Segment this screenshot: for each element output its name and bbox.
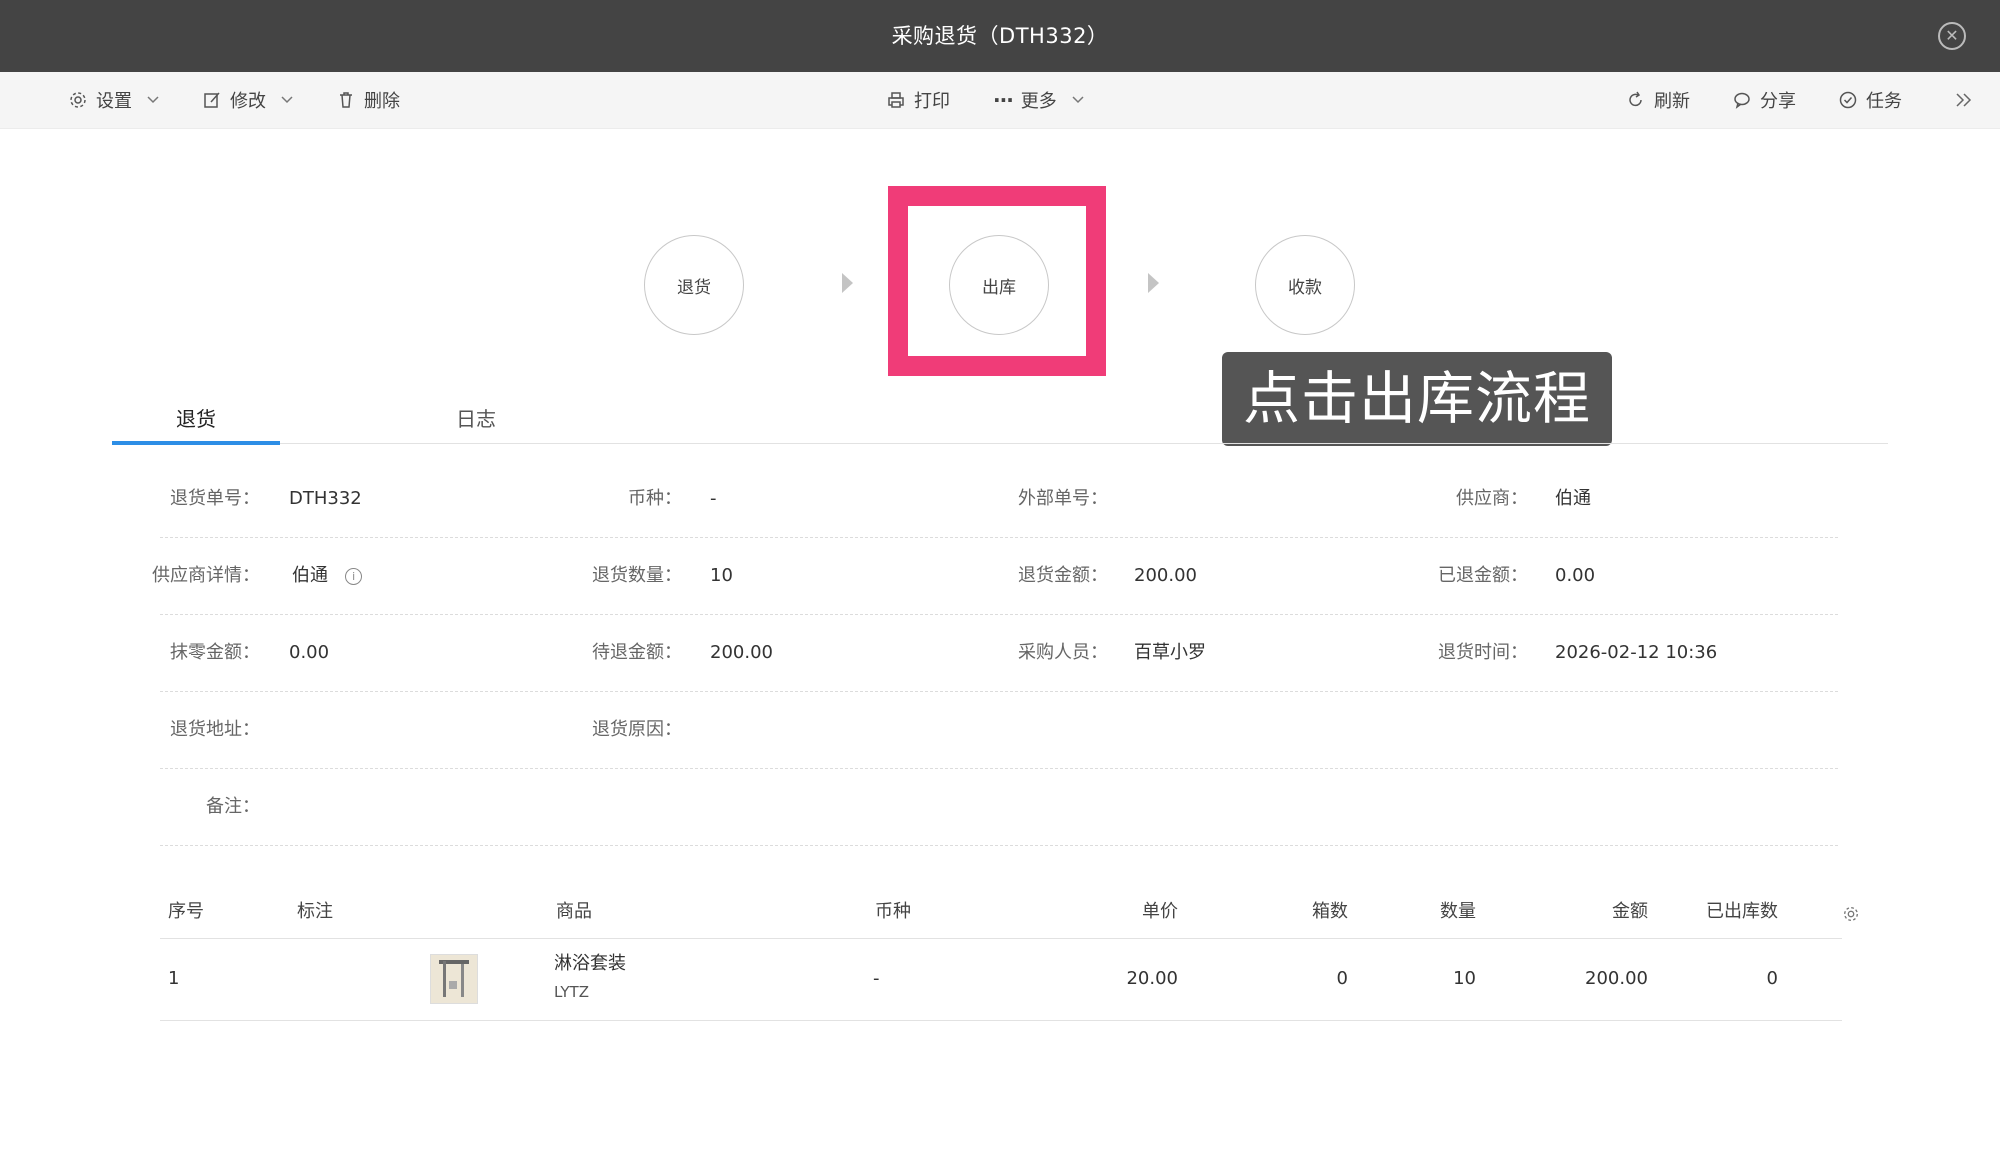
col-amount: 金额 xyxy=(1612,901,1648,922)
highlight-box xyxy=(888,186,1106,376)
form-row: 抹零金额： 0.00 待退金额： 200.00 采购人员： 百草小罗 退货时间：… xyxy=(160,615,1838,692)
share-button[interactable]: 分享 xyxy=(1732,72,1796,128)
window-title: 采购退货（DTH332） xyxy=(891,24,1109,48)
flow-arrow-icon xyxy=(842,273,853,293)
cell-qty: 10 xyxy=(1453,968,1476,989)
return-amount-value: 200.00 xyxy=(1134,565,1197,586)
title-bar: 采购退货（DTH332） ✕ xyxy=(0,0,2000,72)
rounding-value: 0.00 xyxy=(289,642,330,663)
col-qty: 数量 xyxy=(1440,901,1476,922)
currency-label: 币种： xyxy=(628,488,682,509)
edit-button[interactable]: 修改 xyxy=(202,72,294,128)
refresh-button[interactable]: 刷新 xyxy=(1626,72,1690,128)
cell-boxes: 0 xyxy=(1336,968,1348,989)
chevron-down-icon xyxy=(146,95,160,105)
cell-unit-price: 20.00 xyxy=(1126,968,1178,989)
delete-button[interactable]: 删除 xyxy=(336,72,400,128)
supplier-value: 伯通 xyxy=(1555,488,1591,509)
check-circle-icon xyxy=(1838,90,1858,110)
return-no-label: 退货单号： xyxy=(170,488,260,509)
col-product: 商品 xyxy=(556,901,592,922)
col-currency: 币种 xyxy=(875,901,911,922)
form-row: 退货单号： DTH332 币种： - 外部单号： 供应商： 伯通 xyxy=(160,461,1838,538)
supplier-detail-label: 供应商详情： xyxy=(152,565,260,586)
flow-step-collection[interactable]: 收款 xyxy=(1255,235,1355,335)
col-mark: 标注 xyxy=(297,901,333,922)
gear-icon[interactable] xyxy=(1842,888,1860,944)
edit-label: 修改 xyxy=(230,91,266,112)
col-index: 序号 xyxy=(168,901,204,922)
supplier-label: 供应商： xyxy=(1456,488,1528,509)
task-label: 任务 xyxy=(1866,91,1902,112)
return-no-value: DTH332 xyxy=(289,488,362,509)
double-chevron-right-icon xyxy=(1954,90,1974,110)
flow-arrow-icon xyxy=(1148,273,1159,293)
cell-product-name: 淋浴套装 xyxy=(554,953,626,974)
info-icon[interactable]: i xyxy=(345,567,363,585)
toolbar: 设置 修改 删除 打印 ··· 更多 刷新 分享 任务 xyxy=(0,72,2000,129)
refresh-icon xyxy=(1626,90,1646,110)
return-time-label: 退货时间： xyxy=(1438,642,1528,663)
edit-icon xyxy=(202,90,222,110)
expand-panel-button[interactable] xyxy=(1954,72,1974,128)
external-no-label: 外部单号： xyxy=(1018,488,1108,509)
buyer-value: 百草小罗 xyxy=(1134,642,1206,663)
pending-refund-label: 待退金额： xyxy=(592,642,682,663)
cell-currency: - xyxy=(873,968,880,989)
col-unit-price: 单价 xyxy=(1142,901,1178,922)
table-row[interactable]: 1 淋浴套装 LYTZ - 20.00 0 10 200.00 0 xyxy=(160,938,1842,1021)
comment-icon xyxy=(1732,90,1752,110)
product-thumbnail xyxy=(430,954,478,1004)
chevron-down-icon xyxy=(280,95,294,105)
refunded-value: 0.00 xyxy=(1555,565,1596,586)
close-icon[interactable]: ✕ xyxy=(1938,22,1966,50)
return-time-value: 2026-02-12 10:36 xyxy=(1555,642,1718,663)
more-button[interactable]: ··· 更多 xyxy=(993,72,1085,128)
delete-label: 删除 xyxy=(364,91,400,112)
tab-return[interactable]: 退货 xyxy=(112,395,280,445)
form-row: 备注： xyxy=(160,769,1838,846)
settings-label: 设置 xyxy=(96,91,132,112)
flow-step-return[interactable]: 退货 xyxy=(644,235,744,335)
tab-log[interactable]: 日志 xyxy=(392,395,560,441)
return-amount-label: 退货金额： xyxy=(1018,565,1108,586)
print-label: 打印 xyxy=(914,91,950,112)
chevron-down-icon xyxy=(1071,95,1085,105)
task-button[interactable]: 任务 xyxy=(1838,72,1902,128)
print-button[interactable]: 打印 xyxy=(886,72,950,128)
supplier-detail-value: 伯通 i xyxy=(292,538,363,614)
rounding-label: 抹零金额： xyxy=(170,642,260,663)
refunded-label: 已退金额： xyxy=(1438,565,1528,586)
tab-bar: 退货 日志 xyxy=(112,395,1888,445)
gear-icon xyxy=(68,90,88,110)
reason-label: 退货原因： xyxy=(592,719,682,740)
settings-button[interactable]: 设置 xyxy=(68,72,160,128)
cell-product-code: LYTZ xyxy=(554,983,589,1001)
note-label: 备注： xyxy=(206,796,260,817)
address-label: 退货地址： xyxy=(170,719,260,740)
cell-amount: 200.00 xyxy=(1585,968,1648,989)
more-label: 更多 xyxy=(1020,91,1057,112)
buyer-label: 采购人员： xyxy=(1018,642,1108,663)
cell-index: 1 xyxy=(168,968,180,989)
trash-icon xyxy=(336,90,356,110)
return-qty-value: 10 xyxy=(710,565,733,586)
cell-out-qty: 0 xyxy=(1766,968,1778,989)
form-row: 供应商详情： 伯通 i 退货数量： 10 退货金额： 200.00 已退金额： … xyxy=(152,538,1838,615)
printer-icon xyxy=(886,90,906,110)
table-header: 序号 标注 商品 币种 单价 箱数 数量 金额 已出库数 xyxy=(160,882,1858,939)
col-out-qty: 已出库数 xyxy=(1706,901,1778,922)
refresh-label: 刷新 xyxy=(1654,91,1690,112)
col-boxes: 箱数 xyxy=(1312,901,1348,922)
share-label: 分享 xyxy=(1760,91,1796,112)
form-row: 退货地址： 退货原因： xyxy=(160,692,1838,769)
return-qty-label: 退货数量： xyxy=(592,565,682,586)
ellipsis-icon: ··· xyxy=(993,88,1014,112)
currency-value: - xyxy=(710,488,717,509)
pending-refund-value: 200.00 xyxy=(710,642,773,663)
